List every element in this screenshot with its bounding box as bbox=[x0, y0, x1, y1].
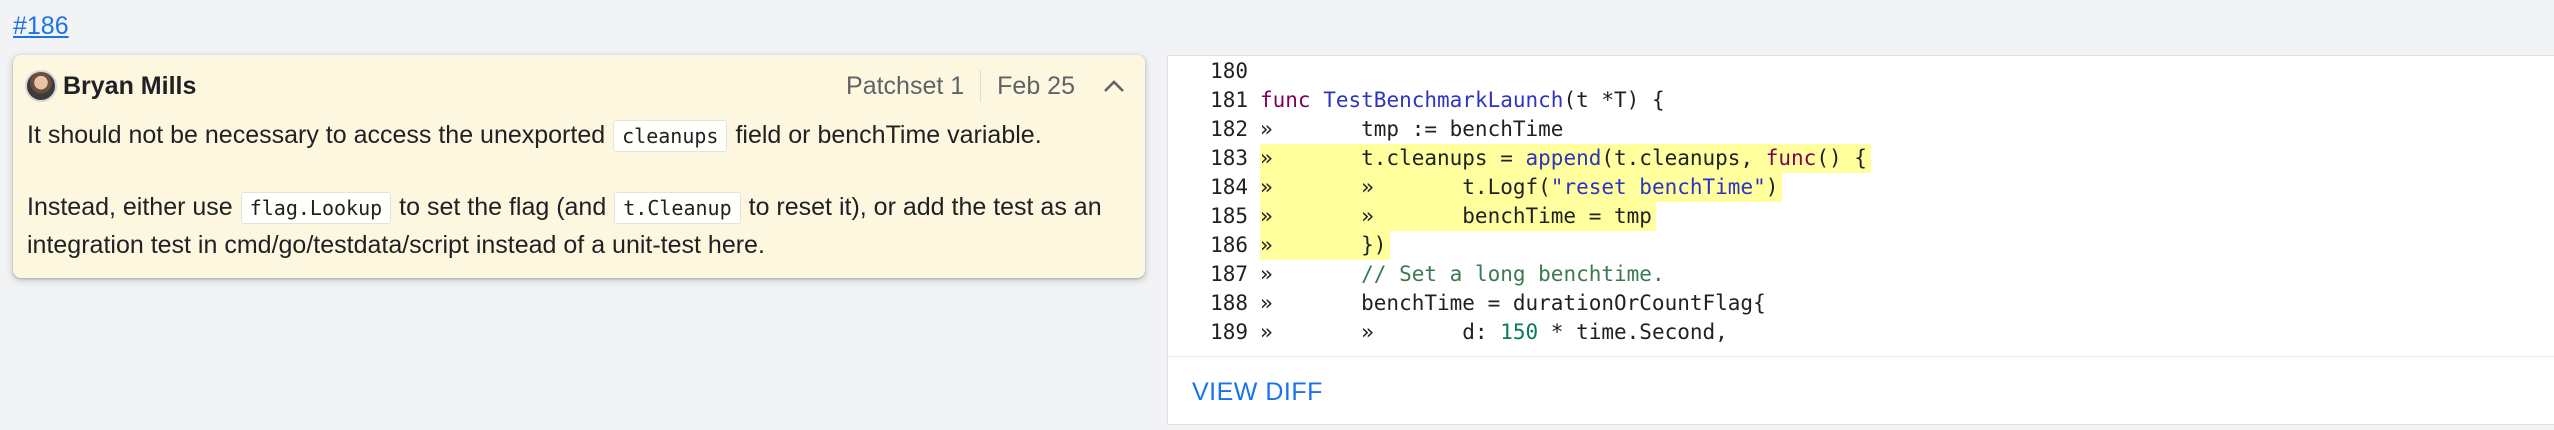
code-line: 185 » » benchTime = tmp bbox=[1168, 202, 2554, 231]
view-diff-button[interactable]: VIEW DIFF bbox=[1192, 378, 1323, 407]
code-line: 188 » benchTime = durationOrCountFlag{ bbox=[1168, 289, 2554, 318]
line-number: 189 bbox=[1210, 320, 1248, 344]
comment-header[interactable]: Bryan Mills Patchset 1 Feb 25 bbox=[25, 67, 1129, 105]
inline-code-flag-lookup: flag.Lookup bbox=[240, 192, 392, 224]
code-snippet: 180 181 func TestBenchmarkLaunch(t *T) {18… bbox=[1168, 56, 2554, 347]
line-number: 187 bbox=[1210, 262, 1248, 286]
comment-paragraph-2: Instead, either use flag.Lookup to set the… bbox=[27, 192, 1102, 259]
code-text: » t.cleanups = append(t.cleanups, func()… bbox=[1260, 144, 1871, 173]
comment-paragraph-1: It should not be necessary to access the… bbox=[27, 117, 1125, 155]
code-text: func TestBenchmarkLaunch(t *T) { bbox=[1260, 88, 1665, 112]
comment-ref-link[interactable]: #186 bbox=[13, 12, 69, 41]
code-text: » }) bbox=[1260, 231, 1391, 260]
code-line: 182 » tmp := benchTime bbox=[1168, 115, 2554, 144]
code-line: 181 func TestBenchmarkLaunch(t *T) { bbox=[1168, 86, 2554, 115]
comment-body: It should not be necessary to access the… bbox=[27, 117, 1125, 264]
chevron-up-icon[interactable] bbox=[1099, 71, 1129, 101]
code-text: » » d: 150 * time.Second, bbox=[1260, 320, 1728, 344]
code-line: 180 bbox=[1168, 57, 2554, 86]
line-number: 181 bbox=[1210, 88, 1248, 112]
comment-date: Feb 25 bbox=[997, 71, 1075, 100]
line-number: 182 bbox=[1210, 117, 1248, 141]
code-line: 184 » » t.Logf("reset benchTime") bbox=[1168, 173, 2554, 202]
code-text: » benchTime = durationOrCountFlag{ bbox=[1260, 291, 1766, 315]
code-context-panel: 180 181 func TestBenchmarkLaunch(t *T) {18… bbox=[1167, 55, 2554, 425]
code-line: 186 » }) bbox=[1168, 231, 2554, 260]
author-name: Bryan Mills bbox=[63, 71, 197, 100]
divider bbox=[1168, 356, 2554, 357]
inline-code-cleanups: cleanups bbox=[613, 120, 728, 152]
patchset-label: Patchset 1 bbox=[846, 71, 965, 100]
line-number: 180 bbox=[1210, 59, 1248, 83]
line-number: 186 bbox=[1210, 233, 1248, 257]
line-number: 185 bbox=[1210, 204, 1248, 228]
code-text: » » t.Logf("reset benchTime") bbox=[1260, 173, 1783, 202]
line-number: 184 bbox=[1210, 175, 1248, 199]
line-number: 188 bbox=[1210, 291, 1248, 315]
code-line: 187 » // Set a long benchtime. bbox=[1168, 260, 2554, 289]
code-line: 189 » » d: 150 * time.Second, bbox=[1168, 318, 2554, 347]
comment-card: Bryan Mills Patchset 1 Feb 25 It should … bbox=[13, 55, 1145, 278]
line-number: 183 bbox=[1210, 146, 1248, 170]
code-text: » // Set a long benchtime. bbox=[1260, 262, 1665, 286]
code-text: » tmp := benchTime bbox=[1260, 117, 1564, 141]
code-text: » » benchTime = tmp bbox=[1260, 202, 1656, 231]
code-line: 183 » t.cleanups = append(t.cleanups, fun… bbox=[1168, 144, 2554, 173]
inline-code-t-cleanup: t.Cleanup bbox=[614, 192, 741, 224]
avatar bbox=[25, 70, 57, 102]
